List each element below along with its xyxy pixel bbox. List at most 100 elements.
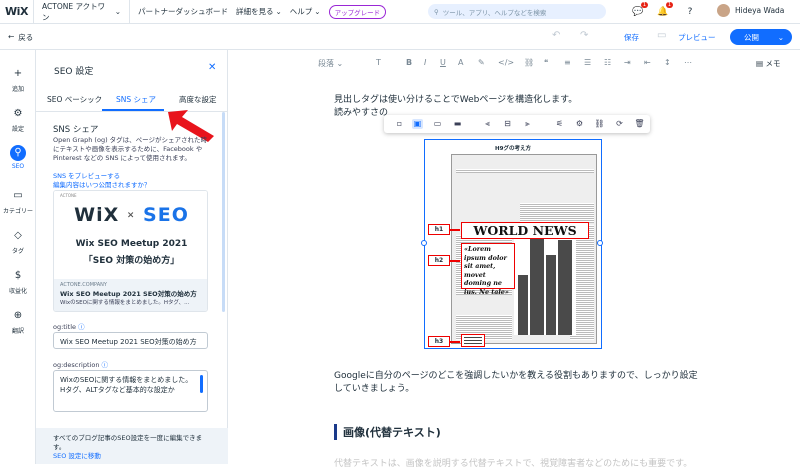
info-icon[interactable]: ⓘ: [78, 323, 85, 331]
panel-footer: すべてのブログ記事のSEO設定を一度に編集できます。 SEO 設定に移動: [36, 428, 228, 464]
help-icon[interactable]: ?: [683, 5, 697, 19]
site-selector[interactable]: ACTONE アクトワン ⌄: [34, 0, 130, 24]
bell-badge: 1: [665, 2, 673, 8]
user-menu[interactable]: Hideya Wada: [717, 4, 784, 17]
align-center-icon[interactable]: ⊟: [502, 119, 513, 129]
editor-toolbar: ← 戻る ↶ ↷ 保存 ▭ プレビュー 公開 ⌄: [0, 24, 800, 50]
preview-button[interactable]: プレビュー: [678, 32, 716, 43]
text-color-icon[interactable]: A: [458, 58, 463, 67]
globe-icon: ⊕: [13, 310, 23, 321]
rail-tag[interactable]: ◇ タグ: [0, 228, 36, 255]
undo-icon[interactable]: ↶: [552, 30, 560, 41]
section-heading[interactable]: 画像(代替テキスト): [334, 424, 441, 440]
preview-headline-2: 「SEO 対策の始め方」: [83, 256, 180, 266]
publish-button[interactable]: 公開 ⌄: [730, 29, 792, 45]
format-toolbar: 段落 ⌄ T B I U A ✎ </> ⛓ ❝ ≡ ☰ ☷ ⇥ ⇤ ↕ ⋯ ▤…: [228, 50, 800, 76]
rail-settings[interactable]: ⚙ 設定: [0, 106, 36, 133]
memo-button[interactable]: ▤ メモ: [756, 58, 780, 69]
quote-icon[interactable]: ❝: [544, 58, 548, 67]
site-name: ACTONE アクトワン: [42, 1, 106, 22]
search-input[interactable]: ⚲ ツール、アプリ、ヘルプなどを検索: [428, 4, 606, 19]
back-button[interactable]: ← 戻る: [8, 32, 33, 43]
resize-handle-right[interactable]: [597, 240, 603, 246]
og-description-label: og:description ⓘ: [53, 361, 109, 369]
section-description: Open Graph (og) タグは、ページがシェアされた時にテキストや画像を…: [53, 136, 208, 162]
paragraph-4[interactable]: していきましょう。: [334, 383, 414, 396]
adjust-icon[interactable]: ⚟: [554, 119, 565, 129]
og-description-input[interactable]: WixのSEOに関する情報をまとめました。Hタグ、ALTタグなど基本的な設定か: [53, 370, 208, 412]
bell-icon[interactable]: 🔔 1: [656, 2, 673, 19]
active-tab-indicator: [102, 109, 164, 111]
paragraph-1[interactable]: 見出しタグは使い分けることでWebページを構造化します。: [334, 94, 577, 107]
user-name: Hideya Wada: [735, 6, 785, 15]
paragraph-style-select[interactable]: 段落 ⌄: [318, 58, 343, 69]
wix-logo[interactable]: WiX: [0, 0, 34, 24]
outdent-icon[interactable]: ⇤: [644, 58, 651, 67]
align-icon[interactable]: ≡: [564, 58, 571, 67]
replace-icon[interactable]: ⟳: [614, 119, 625, 129]
desktop-icon[interactable]: ▭: [657, 30, 666, 41]
highlight-icon[interactable]: ✎: [478, 58, 485, 67]
world-news-headline: WORLD NEWS: [461, 222, 589, 239]
layout-center-icon[interactable]: ▣: [412, 119, 423, 129]
line-spacing-icon[interactable]: ↕: [664, 58, 671, 67]
preview-headline-1: Wix SEO Meetup 2021: [75, 239, 188, 249]
paragraph-3[interactable]: Googleに自分のページのどこを強調したいかを教える役割もありますので、しっか…: [334, 370, 698, 383]
og-title-input[interactable]: Wix SEO Meetup 2021 SEO対策の始め方: [53, 332, 208, 349]
paragraph-2[interactable]: 読みやすさの: [334, 107, 388, 120]
info-icon[interactable]: ⓘ: [102, 361, 109, 369]
rail-category[interactable]: ▭ カテゴリー: [0, 188, 36, 215]
plus-icon: +: [13, 68, 23, 79]
nav-learn-more[interactable]: 詳細を見る: [228, 6, 274, 17]
layout-wide-icon[interactable]: ▭: [432, 119, 443, 129]
top-rule: [456, 169, 594, 173]
rail-translate[interactable]: ⊕ 翻訳: [0, 308, 36, 335]
lorem-subheading: «Lorem ipsum dolor sit amet, movet domin…: [461, 243, 515, 296]
chat-icon[interactable]: 💬 1: [631, 2, 648, 19]
building: [558, 240, 572, 335]
trash-icon[interactable]: 🗑: [634, 119, 645, 129]
when-published-link[interactable]: 編集内容はいつ公開されますか？: [53, 179, 151, 189]
rail-add[interactable]: + 追加: [0, 66, 36, 93]
layout-full-icon[interactable]: ▬: [452, 119, 463, 129]
panel-title: SEO 設定: [54, 67, 94, 77]
chevron-down-icon[interactable]: ⌄: [778, 33, 784, 42]
align-right-icon[interactable]: ⫸: [522, 119, 533, 129]
layout-small-icon[interactable]: ▫: [394, 119, 405, 129]
indent-icon[interactable]: ⇥: [624, 58, 631, 67]
seo-settings-link[interactable]: SEO 設定に移動: [53, 452, 101, 460]
upgrade-button[interactable]: アップグレード: [328, 4, 387, 19]
publish-label: 公開: [744, 32, 759, 42]
selected-image[interactable]: H9グの考え方 h1 h2 h3 WORLD NEWS «Lorem ipsum…: [421, 139, 603, 349]
settings-icon[interactable]: ⚙: [574, 119, 585, 129]
tab-seo-basic[interactable]: SEO ベーシック: [47, 94, 102, 105]
og-description-text: WixのSEOに関する情報をまとめました。Hタグ、ALTタグなど基本的な設定か: [60, 376, 193, 394]
align-left-icon[interactable]: ⫷: [482, 119, 493, 129]
social-preview-card: ACTONE WiX × SEO Wix SEO Meetup 2021 「SE…: [53, 190, 208, 312]
memo-label: メモ: [765, 59, 781, 68]
chat-badge: 1: [640, 2, 648, 8]
text-size-icon[interactable]: T: [376, 58, 381, 67]
save-button[interactable]: 保存: [624, 32, 639, 43]
bullet-list-icon[interactable]: ☰: [584, 58, 591, 67]
textarea-scrollbar[interactable]: [200, 375, 203, 393]
tab-sns-share[interactable]: SNS シェア: [116, 94, 156, 105]
italic-icon[interactable]: I: [424, 58, 426, 67]
resize-handle-left[interactable]: [421, 240, 427, 246]
numbered-list-icon[interactable]: ☷: [604, 58, 611, 67]
code-icon[interactable]: </>: [498, 58, 514, 67]
close-icon[interactable]: ✕: [208, 62, 216, 73]
underline-icon[interactable]: U: [440, 58, 446, 67]
bold-icon[interactable]: B: [406, 58, 412, 67]
tab-advanced[interactable]: 高度な設定: [179, 94, 217, 105]
redo-icon[interactable]: ↷: [580, 30, 588, 41]
rail-monetize[interactable]: $ 収益化: [0, 268, 36, 295]
nav-help[interactable]: ヘルプ: [282, 6, 313, 17]
link-icon[interactable]: ⛓: [524, 58, 534, 67]
left-rail: + 追加 ⚙ 設定 ⚲ SEO ▭ カテゴリー ◇ タグ $ 収益化 ⊕ 翻訳: [0, 50, 36, 464]
nav-partner-dashboard[interactable]: パートナーダッシュボード: [130, 6, 228, 17]
more-icon[interactable]: ⋯: [684, 58, 692, 67]
rail-seo[interactable]: ⚲ SEO: [0, 145, 36, 170]
link-icon[interactable]: ⛓: [594, 119, 605, 129]
panel-scrollbar[interactable]: [222, 112, 225, 312]
